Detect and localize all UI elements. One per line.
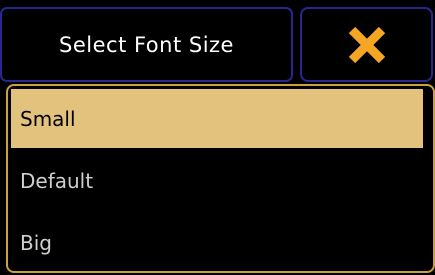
font-size-list: Small Default Big <box>6 84 435 273</box>
dialog-title-text: Select Font Size <box>59 32 234 57</box>
option-default[interactable]: Default <box>8 151 433 210</box>
option-small[interactable]: Small <box>11 89 423 148</box>
close-x-icon <box>347 25 387 65</box>
option-big[interactable]: Big <box>8 213 433 271</box>
dialog-title: Select Font Size <box>0 7 293 82</box>
option-label: Big <box>20 230 52 255</box>
close-button[interactable] <box>300 7 433 82</box>
font-size-dialog: Select Font Size Small Default Big <box>0 0 435 275</box>
option-label: Small <box>20 106 76 131</box>
option-label: Default <box>20 168 94 193</box>
